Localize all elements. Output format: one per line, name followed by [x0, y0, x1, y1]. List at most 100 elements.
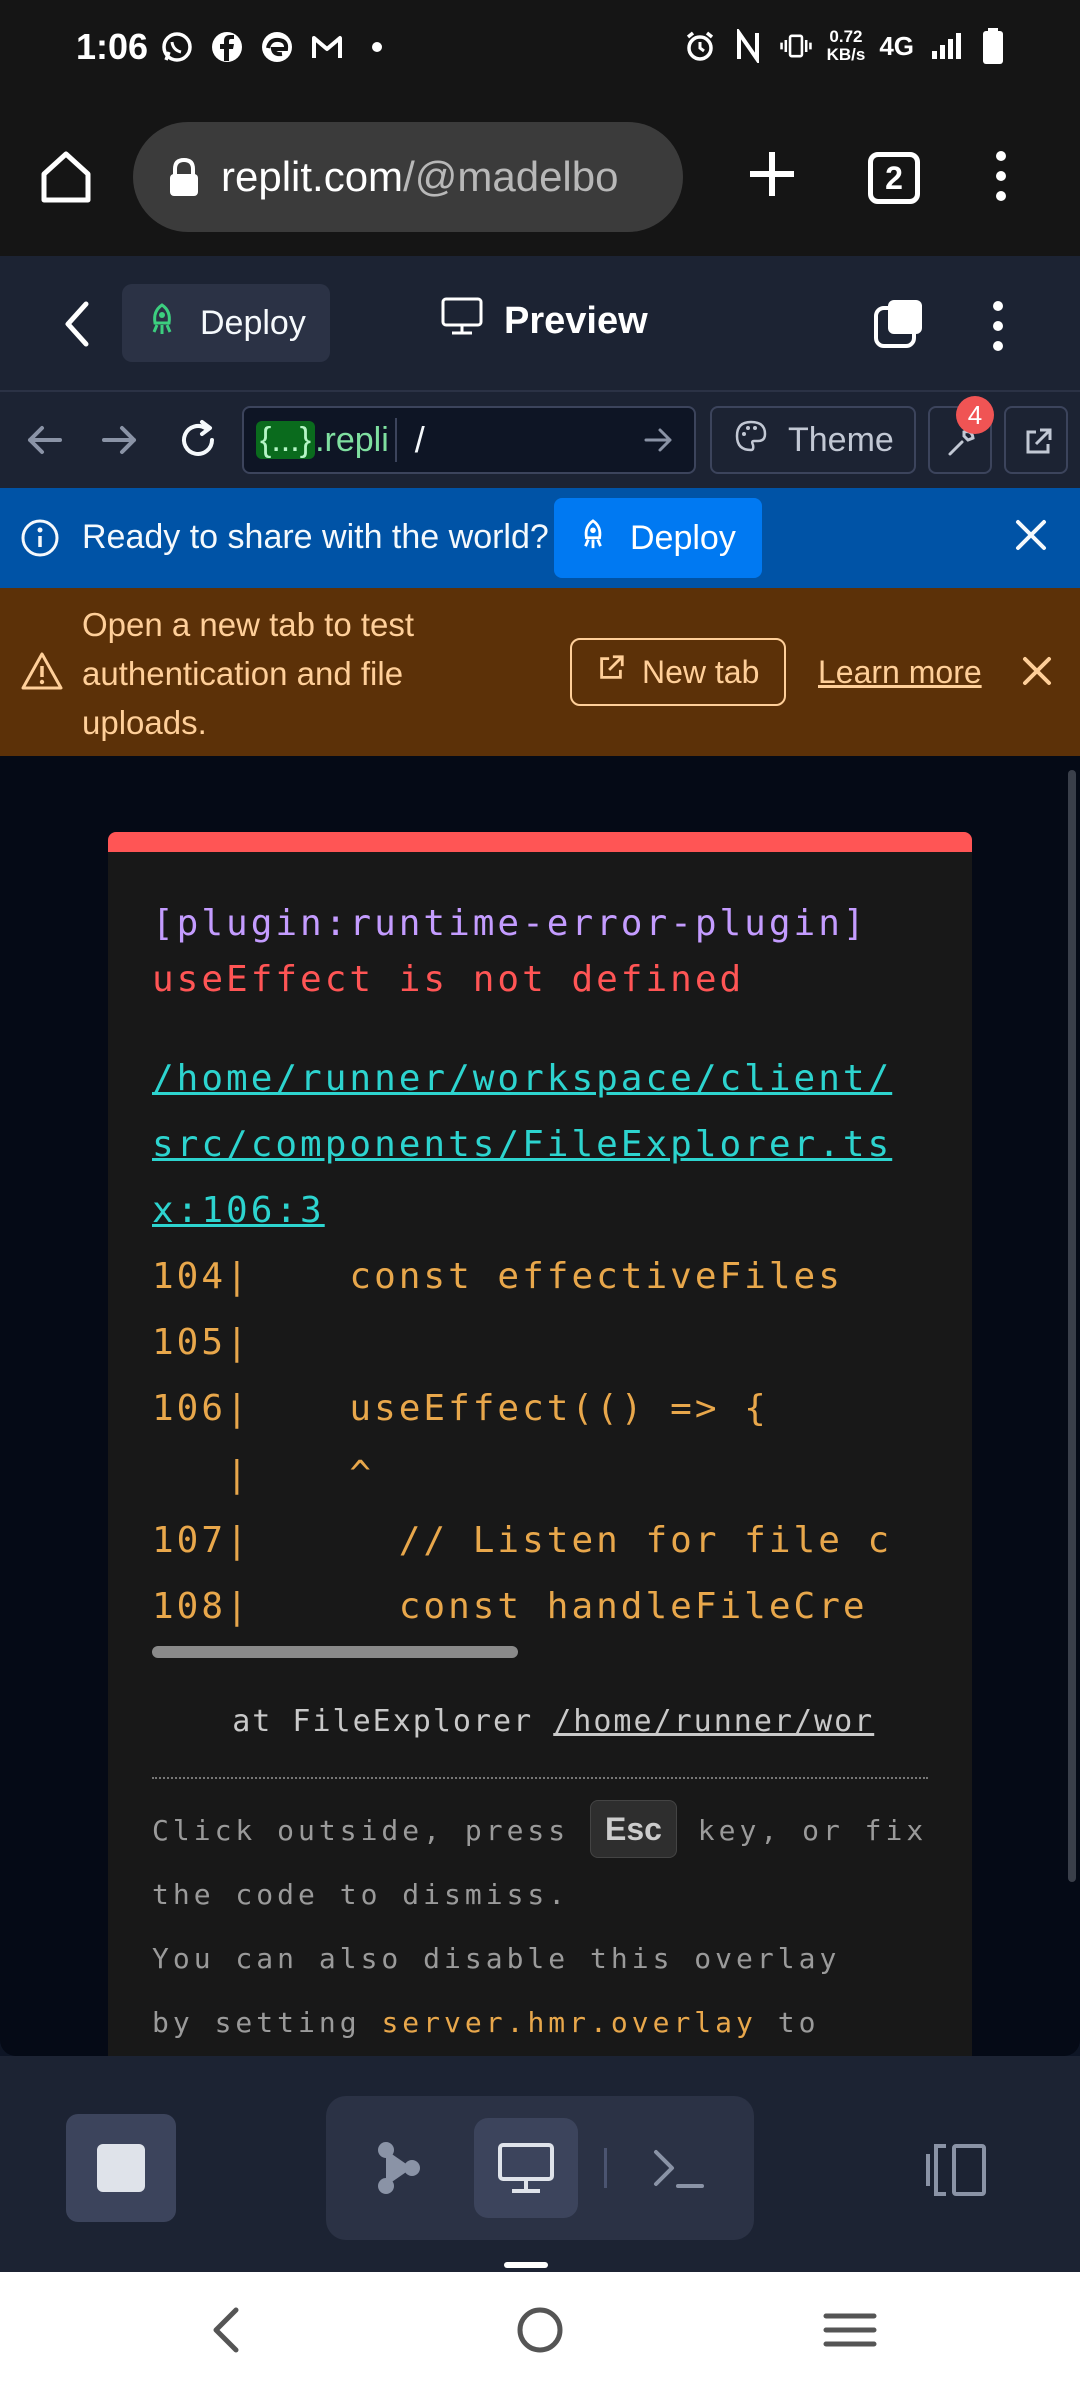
rocket-icon [578, 518, 608, 559]
agent-mode-button[interactable] [346, 2118, 450, 2218]
code-frame-scrollbar[interactable] [152, 1646, 518, 1658]
forward-arrow-icon[interactable] [96, 416, 144, 464]
signal-icon [928, 29, 962, 63]
tip-config-key: server.hmr.overlay [381, 2006, 757, 2039]
preview-scrollbar[interactable] [1068, 770, 1076, 1882]
tip-text-before-key: Click outside, press [152, 1814, 591, 1847]
tip-line-2: You can also disable this overlay [152, 1942, 841, 1975]
open-external-button[interactable] [1004, 406, 1068, 474]
external-link-icon [1026, 428, 1052, 454]
system-icons: 0.72 KB/s 4G [683, 28, 1010, 64]
nav-back-icon[interactable] [196, 2298, 260, 2362]
edge-icon [260, 30, 294, 64]
browser-toolbar: replit.com/@madelbo 2 [0, 100, 1080, 256]
webview-host-badge: {...} [256, 420, 316, 459]
browser-home-icon[interactable] [36, 146, 96, 206]
deploy-tab-button[interactable]: Deploy [122, 284, 330, 362]
learn-more-link[interactable]: Learn more [818, 654, 982, 691]
address-bar[interactable]: replit.com/@madelbo [133, 122, 683, 232]
back-arrow-icon[interactable] [20, 416, 68, 464]
error-file-link[interactable]: /home/runner/workspace/client/src/compon… [152, 1046, 912, 1244]
code-line: 104| const effectiveFiles [152, 1256, 843, 1297]
workspace-mode-switcher [326, 2096, 754, 2240]
preview-webview[interactable]: [plugin:runtime-error-plugin] useEffect … [0, 756, 1080, 2056]
deploy-button-label: Deploy [630, 518, 736, 557]
replit-header: Deploy Preview [0, 256, 1080, 392]
error-plugin-name: [plugin:runtime-error-plugin] [152, 903, 868, 944]
whatsapp-icon [160, 30, 194, 64]
code-line: 108| const handleFileCre [152, 1586, 868, 1627]
new-tab-icon[interactable] [742, 144, 802, 204]
preview-label: Preview [504, 299, 648, 342]
notification-icons [160, 30, 394, 64]
new-tab-label: New tab [642, 653, 760, 690]
theme-label: Theme [788, 420, 894, 459]
vibrate-icon [779, 29, 813, 63]
deploy-banner: Ready to share with the world? Deploy [0, 488, 1080, 588]
webview-host: {...} .repli [256, 420, 389, 460]
stack-trace-line: at FileExplorer /home/runner/wor [152, 1704, 928, 1739]
stack-trace-prefix: at FileExplorer [152, 1704, 554, 1739]
agent-icon [378, 2142, 420, 2194]
network-speed-unit: KB/s [826, 45, 866, 64]
code-frame[interactable]: 104| const effectiveFiles 105| 106| useE… [152, 1244, 928, 1640]
close-icon[interactable] [1020, 654, 1054, 688]
back-chevron-icon[interactable] [56, 298, 100, 350]
nav-recents-icon[interactable] [818, 2298, 882, 2362]
layout-toggle-icon[interactable] [922, 2140, 992, 2200]
divider [152, 1777, 928, 1779]
replit-menu-icon[interactable] [984, 296, 1012, 356]
webview-path-input[interactable]: / [415, 419, 585, 461]
dismiss-tip: Click outside, press Esc key, or fix the… [152, 1799, 928, 2055]
deploy-button[interactable]: Deploy [554, 498, 762, 578]
stop-icon [97, 2144, 145, 2192]
tabs-stack-icon[interactable] [872, 296, 928, 352]
battery-icon [976, 28, 1010, 64]
info-icon [20, 518, 60, 558]
monitor-icon [498, 2143, 554, 2193]
tip-line-3-prefix: by setting [152, 2006, 382, 2039]
nav-home-icon[interactable] [508, 2298, 572, 2362]
monitor-icon [440, 296, 484, 346]
code-line: 107| // Listen for file c [152, 1520, 893, 1561]
warning-icon [20, 650, 64, 692]
code-line: 105| [152, 1322, 251, 1363]
devtools-button[interactable]: 4 [928, 396, 994, 474]
url-text: replit.com/@madelbo [221, 153, 618, 201]
palette-icon [734, 419, 768, 462]
gmail-icon [310, 30, 344, 64]
network-speed: 0.72 KB/s [827, 28, 866, 64]
facebook-icon [210, 30, 244, 64]
external-link-icon [596, 653, 626, 691]
terminal-icon [654, 2150, 704, 2188]
stack-trace-link[interactable]: /home/runner/wor [553, 1704, 874, 1739]
network-type: 4G [879, 30, 914, 61]
tip-line-3-suffix: to [756, 2006, 820, 2039]
esc-key-badge: Esc [590, 1800, 677, 1858]
tab-switcher-button[interactable]: 2 [868, 152, 920, 204]
more-notifications-dot-icon [360, 30, 394, 64]
devtools-error-badge: 4 [956, 396, 994, 434]
preview-mode-button[interactable] [474, 2118, 578, 2218]
webview-toolbar: {...} .repli / Theme 4 [0, 392, 1080, 488]
reload-icon[interactable] [174, 416, 222, 464]
lock-icon [167, 157, 201, 197]
webview-url-field[interactable]: {...} .repli / [242, 406, 696, 474]
new-tab-button[interactable]: New tab [570, 638, 786, 706]
mode-divider [604, 2148, 607, 2188]
url-host: replit.com [221, 153, 404, 200]
warning-message: Open a new tab to test authentication an… [82, 606, 415, 741]
deploy-banner-message: Ready to share with the world? [82, 518, 549, 556]
close-icon[interactable] [1012, 516, 1050, 554]
error-message: useEffect is not defined [152, 959, 745, 1000]
status-bar: 1:06 0.72 KB/s 4G [0, 0, 1080, 100]
go-arrow-icon[interactable] [640, 422, 676, 458]
preview-tab-title: Preview [440, 296, 648, 346]
theme-button[interactable]: Theme [710, 406, 916, 474]
alarm-icon [683, 29, 717, 63]
error-overlay-card[interactable]: [plugin:runtime-error-plugin] useEffect … [108, 832, 972, 2056]
shell-mode-button[interactable] [626, 2118, 730, 2218]
gesture-indicator [504, 2262, 548, 2268]
stop-button[interactable] [66, 2114, 176, 2222]
browser-menu-icon[interactable] [986, 146, 1016, 206]
